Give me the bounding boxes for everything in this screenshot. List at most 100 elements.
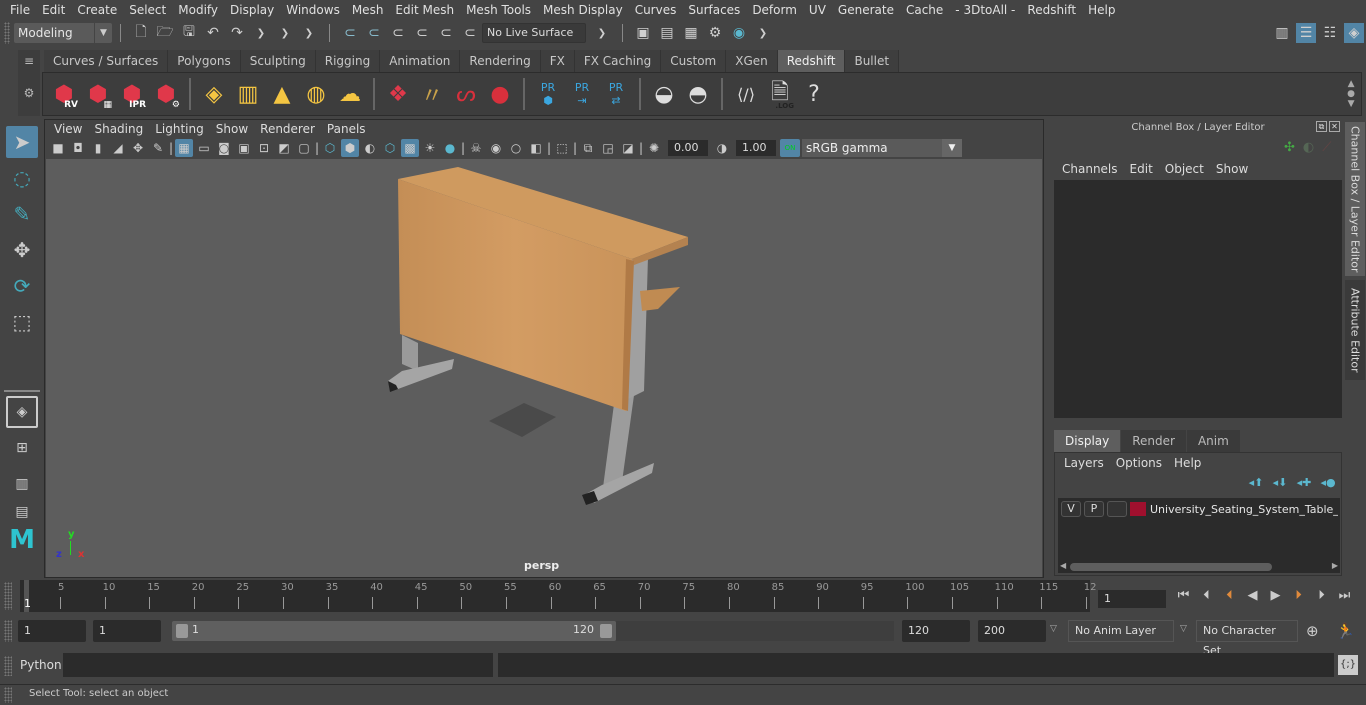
menu-redshift[interactable]: Redshift — [1021, 0, 1082, 20]
menu-generate[interactable]: Generate — [832, 0, 900, 20]
menu-windows[interactable]: Windows — [280, 0, 346, 20]
collapse-arrow-icon[interactable]: ❯ — [275, 23, 295, 43]
chevron-down-icon[interactable]: ▽ — [1050, 624, 1057, 634]
proxy-export-icon[interactable]: PR ⇥ — [566, 77, 598, 111]
shelf-tab-rigging[interactable]: Rigging — [315, 50, 381, 72]
snap-view-plane-icon[interactable]: ⊂ — [412, 23, 432, 43]
range-end-handle[interactable] — [600, 624, 612, 638]
redo-icon[interactable]: ↷ — [227, 23, 247, 43]
float-panel-icon[interactable]: ⧉ — [1316, 121, 1327, 132]
scroll-right-icon[interactable]: ▶ — [1332, 561, 1338, 570]
menu-modify[interactable]: Modify — [172, 0, 224, 20]
move-layer-up-icon[interactable]: ◂⬆ — [1244, 476, 1268, 489]
menu-file[interactable]: File — [4, 0, 36, 20]
viewport-menu-show[interactable]: Show — [210, 120, 254, 138]
collapse-arrow-icon[interactable]: ❯ — [299, 23, 319, 43]
modeling-toolkit-icon[interactable]: ▥ — [1272, 23, 1292, 43]
shelf-tab-sculpting[interactable]: Sculpting — [240, 50, 316, 72]
shelf-menu-icon[interactable]: ≡ — [18, 54, 40, 68]
menu-surfaces[interactable]: Surfaces — [682, 0, 746, 20]
shelf-tab-animation[interactable]: Animation — [380, 50, 461, 72]
menu-mesh-display[interactable]: Mesh Display — [537, 0, 629, 20]
shelf-tab-rendering[interactable]: Rendering — [460, 50, 541, 72]
play-forward-icon[interactable]: ▶ — [1264, 588, 1287, 603]
layer-tab-display[interactable]: Display — [1054, 430, 1121, 452]
field-chart-icon[interactable]: ⊡ — [255, 139, 273, 157]
range-slider[interactable]: 1 120 — [172, 621, 616, 641]
layer-visibility-toggle[interactable]: V — [1061, 501, 1081, 517]
grip-handle[interactable] — [4, 656, 12, 676]
safe-title-icon[interactable]: ▢ — [295, 139, 313, 157]
grease-pencil-icon[interactable]: ✎ — [149, 139, 167, 157]
side-tab-channel-box[interactable]: Channel Box / Layer Editor — [1345, 122, 1365, 276]
viewport-menu-lighting[interactable]: Lighting — [149, 120, 210, 138]
script-editor-icon[interactable]: {;} — [1338, 655, 1358, 675]
isolate-select-icon[interactable]: ⬚ — [553, 139, 571, 157]
use-all-lights-icon[interactable]: ☀ — [421, 139, 439, 157]
mode-selector[interactable]: Modeling ▼ — [14, 23, 112, 43]
time-slider[interactable]: 1 5 10 15 20 25 30 35 40 45 50 55 60 65 70 75 80 85 90 95 1… — [20, 580, 1097, 612]
menu-mesh-tools[interactable]: Mesh Tools — [460, 0, 537, 20]
step-back-key-icon[interactable]: ⏴ — [1195, 588, 1218, 603]
redshift-render-view-icon[interactable]: ⬢ RV — [48, 77, 80, 111]
bake-set-icon[interactable]: ◓ — [682, 77, 714, 111]
camera-attributes-icon[interactable]: ◘ — [69, 139, 87, 157]
default-material-icon[interactable]: ⬡ — [381, 139, 399, 157]
menu-help[interactable]: Help — [1082, 0, 1121, 20]
3d-viewport-canvas[interactable]: y z x persp — [46, 159, 1042, 577]
shelf-tab-polygons[interactable]: Polygons — [168, 50, 241, 72]
collapse-arrow-icon[interactable]: ❯ — [592, 23, 612, 43]
animation-end-field[interactable]: 200 — [978, 620, 1046, 642]
go-to-end-icon[interactable]: ⏭ — [1333, 588, 1356, 603]
redshift-area-light-icon[interactable]: ◈ — [198, 77, 230, 111]
exposure-field[interactable]: 0.00 — [668, 140, 708, 156]
menu-edit[interactable]: Edit — [36, 0, 71, 20]
menu-uv[interactable]: UV — [803, 0, 832, 20]
layer-tab-anim[interactable]: Anim — [1186, 430, 1240, 452]
film-gate-icon[interactable]: ▭ — [195, 139, 213, 157]
xray-icon[interactable]: ☠ — [467, 139, 485, 157]
menu-create[interactable]: Create — [71, 0, 123, 20]
wireframe-icon[interactable]: ⬡ — [321, 139, 339, 157]
safe-action-icon[interactable]: ◩ — [275, 139, 293, 157]
step-back-frame-icon[interactable]: ⏴ — [1218, 588, 1241, 603]
layer-menu-options[interactable]: Options — [1110, 454, 1168, 472]
layer-color-swatch[interactable] — [1130, 502, 1146, 516]
viewport-menu-shading[interactable]: Shading — [88, 120, 149, 138]
collapse-arrow-icon[interactable]: ❯ — [753, 23, 773, 43]
snap-pivot-icon[interactable]: ⊂ — [460, 23, 480, 43]
redshift-spot-light-icon[interactable]: ▲ — [266, 77, 298, 111]
shelf-scroll-arrows[interactable]: ▲ ● ▼ — [1347, 79, 1355, 109]
redshift-batch-render-icon[interactable]: ⬢ ▦ — [82, 77, 114, 111]
sync-icon[interactable]: ◐ — [1303, 140, 1314, 155]
menu-select[interactable]: Select — [123, 0, 172, 20]
anim-layer-select[interactable]: No Anim Layer — [1068, 620, 1174, 642]
redshift-settings-icon[interactable]: ⬢ ⚙ — [150, 77, 182, 111]
menu-edit-mesh[interactable]: Edit Mesh — [389, 0, 460, 20]
hud-icon[interactable]: ◪ — [619, 139, 637, 157]
2d-pan-zoom-icon[interactable]: ✥ — [129, 139, 147, 157]
move-tool-icon[interactable]: ✥ — [6, 234, 38, 266]
grip-handle[interactable] — [4, 22, 10, 44]
gamma-field[interactable]: 1.00 — [736, 140, 776, 156]
snap-grid-icon[interactable]: ⊂ — [340, 23, 360, 43]
wireframe-on-shaded-icon[interactable]: ◐ — [361, 139, 379, 157]
render-frame-icon[interactable]: ▤ — [657, 23, 677, 43]
script-editor-icon[interactable]: ⟨/⟩ — [730, 77, 762, 111]
shadows-icon[interactable]: ● — [441, 139, 459, 157]
ambient-occlusion-icon[interactable]: ○ — [507, 139, 525, 157]
color-management-toggle[interactable]: ON — [780, 139, 800, 157]
rotate-tool-icon[interactable]: ⟳ — [6, 270, 38, 302]
channel-menu-show[interactable]: Show — [1210, 160, 1254, 178]
proxy-create-icon[interactable]: PR ⬢ — [532, 77, 564, 111]
textured-icon[interactable]: ▩ — [401, 139, 419, 157]
help-icon[interactable]: ? — [798, 77, 830, 111]
shelf-tab-custom[interactable]: Custom — [661, 50, 727, 72]
anti-aliasing-icon[interactable]: ◧ — [527, 139, 545, 157]
go-to-start-icon[interactable]: ⏮ — [1172, 588, 1195, 603]
grip-handle[interactable] — [4, 687, 12, 703]
channel-menu-channels[interactable]: Channels — [1056, 160, 1124, 178]
attribute-editor-toggle-icon[interactable]: ☰ — [1296, 23, 1316, 43]
shelf-settings-icon[interactable]: ⚙ — [18, 86, 40, 100]
menu-curves[interactable]: Curves — [629, 0, 683, 20]
